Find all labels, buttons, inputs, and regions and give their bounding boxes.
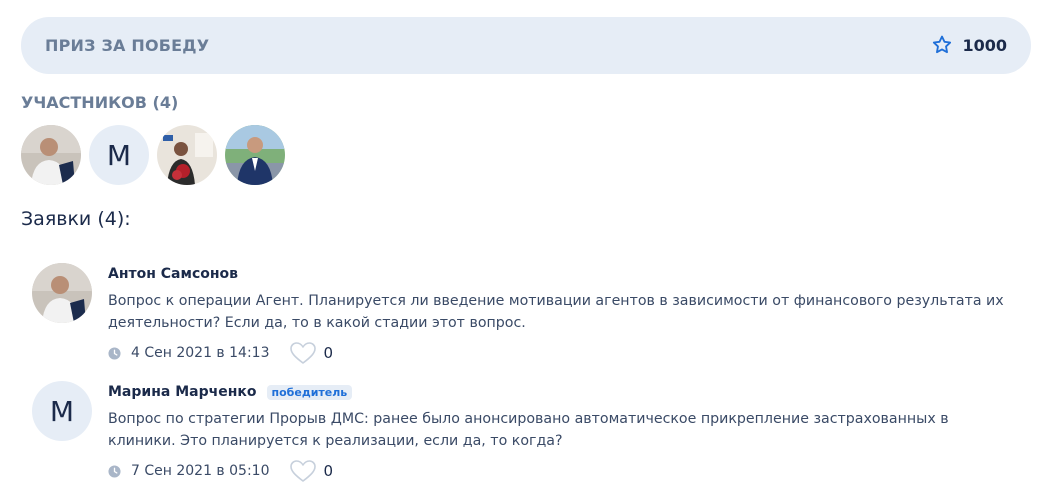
star-icon (933, 35, 952, 54)
prize-bar: ПРИЗ ЗА ПОБЕДУ 1000 (21, 17, 1031, 74)
bid-header: Антон Самсонов (108, 263, 1008, 285)
bid-body: Антон Самсонов Вопрос к операции Агент. … (108, 263, 1008, 366)
bid-date: 4 Сен 2021 в 14:13 (131, 345, 270, 361)
heart-icon[interactable] (289, 459, 317, 483)
avatar-photo-icon (157, 125, 217, 185)
participants-title: УЧАСТНИКОВ (4) (21, 93, 179, 112)
bid-date: 7 Сен 2021 в 05:10 (131, 463, 270, 479)
like-count: 0 (323, 344, 334, 362)
avatar-photo-icon (21, 125, 81, 185)
bid-meta: 7 Сен 2021 в 05:10 0 (108, 458, 1008, 484)
avatar-letter: М (106, 138, 132, 172)
avatar-photo-icon (225, 125, 285, 185)
avatar-letter: М (49, 394, 75, 428)
participant-avatar[interactable] (225, 125, 285, 185)
like-count: 0 (323, 462, 334, 480)
bid-author-name[interactable]: Антон Самсонов (108, 266, 238, 282)
bid-text: Вопрос по стратегии Прорыв ДМС: ранее бы… (108, 411, 949, 449)
winner-badge: победитель (266, 384, 353, 400)
participant-avatar[interactable] (157, 125, 217, 185)
clock-icon (108, 464, 121, 478)
participants-list: М (21, 125, 293, 185)
bid-author-avatar-letter[interactable]: М (32, 381, 92, 441)
bid-author-name[interactable]: Марина Марченко (108, 384, 257, 400)
prize-value: 1000 (962, 35, 1007, 55)
bid-header: Марина Марченко победитель (108, 381, 1008, 403)
participant-avatar[interactable] (21, 125, 81, 185)
bids-title: Заявки (4): (21, 208, 131, 230)
prize-value-group: 1000 (931, 34, 1007, 56)
heart-icon[interactable] (289, 341, 317, 365)
avatar-photo-icon (32, 263, 92, 323)
bid-meta: 4 Сен 2021 в 14:13 0 (108, 340, 1008, 366)
bid-text: Вопрос к операции Агент. Планируется ли … (108, 293, 1004, 331)
prize-label: ПРИЗ ЗА ПОБЕДУ (45, 36, 210, 55)
participant-avatar-letter[interactable]: М (89, 125, 149, 185)
clock-icon (108, 346, 121, 360)
bid-author-avatar[interactable] (32, 263, 92, 323)
bid-body: Марина Марченко победитель Вопрос по стр… (108, 381, 1008, 484)
